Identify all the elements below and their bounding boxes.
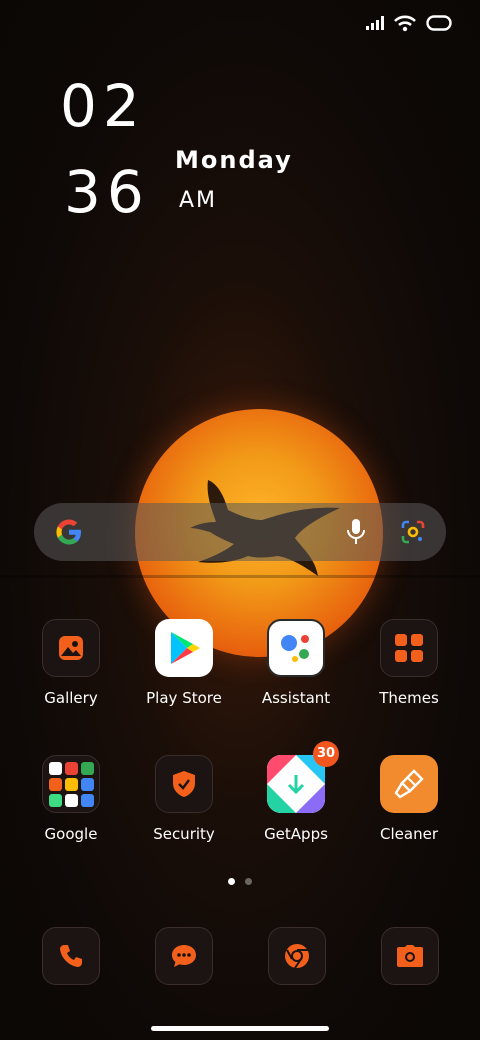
gallery-icon[interactable] [42, 619, 100, 677]
lens-icon[interactable] [400, 519, 426, 545]
app-gallery[interactable]: Gallery [15, 619, 127, 707]
app-label: Cleaner [380, 825, 438, 843]
google-folder-icon[interactable] [42, 755, 100, 813]
app-label: GetApps [264, 825, 328, 843]
app-assistant[interactable]: Assistant [240, 619, 352, 707]
clock-hour[interactable]: 02 [60, 72, 146, 140]
dock-messages[interactable] [155, 927, 213, 985]
status-bar [366, 14, 452, 32]
dock-phone[interactable] [42, 927, 100, 985]
app-label: Security [153, 825, 215, 843]
app-label: Play Store [146, 689, 222, 707]
getapps-icon[interactable]: 30 [267, 741, 339, 813]
phone-icon[interactable] [42, 927, 100, 985]
messages-icon[interactable] [155, 927, 213, 985]
assistant-icon[interactable] [267, 619, 325, 677]
cleaner-icon[interactable] [380, 755, 438, 813]
app-themes[interactable]: Themes [353, 619, 465, 707]
page-indicator [0, 878, 480, 885]
app-getapps[interactable]: 30 GetApps [240, 741, 352, 843]
app-google-folder[interactable]: Google [15, 755, 127, 843]
clock-ampm[interactable]: AM [179, 188, 217, 213]
google-search-bar[interactable] [34, 503, 446, 561]
app-label: Gallery [44, 689, 98, 707]
dock-chrome[interactable] [268, 927, 326, 985]
app-label: Google [44, 825, 98, 843]
app-label: Assistant [261, 689, 331, 707]
security-icon[interactable] [155, 755, 213, 813]
mic-icon[interactable] [346, 518, 366, 546]
page-dot-active[interactable] [228, 878, 235, 885]
themes-icon[interactable] [380, 619, 438, 677]
clock-day[interactable]: Monday [175, 146, 293, 174]
signal-icon [366, 16, 384, 30]
gesture-nav-handle[interactable] [151, 1026, 329, 1031]
clock-minute[interactable]: 36 [64, 158, 150, 226]
battery-icon [426, 15, 452, 31]
app-security[interactable]: Security [128, 755, 240, 843]
google-g-icon[interactable] [54, 517, 84, 547]
app-play-store[interactable]: Play Store [128, 619, 240, 707]
play-store-icon[interactable] [155, 619, 213, 677]
dock-camera[interactable] [381, 927, 439, 985]
notification-badge: 30 [313, 741, 339, 767]
app-label: Themes [379, 689, 439, 707]
wifi-icon [394, 15, 416, 32]
camera-icon[interactable] [381, 927, 439, 985]
chrome-icon[interactable] [268, 927, 326, 985]
page-dot[interactable] [245, 878, 252, 885]
app-cleaner[interactable]: Cleaner [353, 755, 465, 843]
